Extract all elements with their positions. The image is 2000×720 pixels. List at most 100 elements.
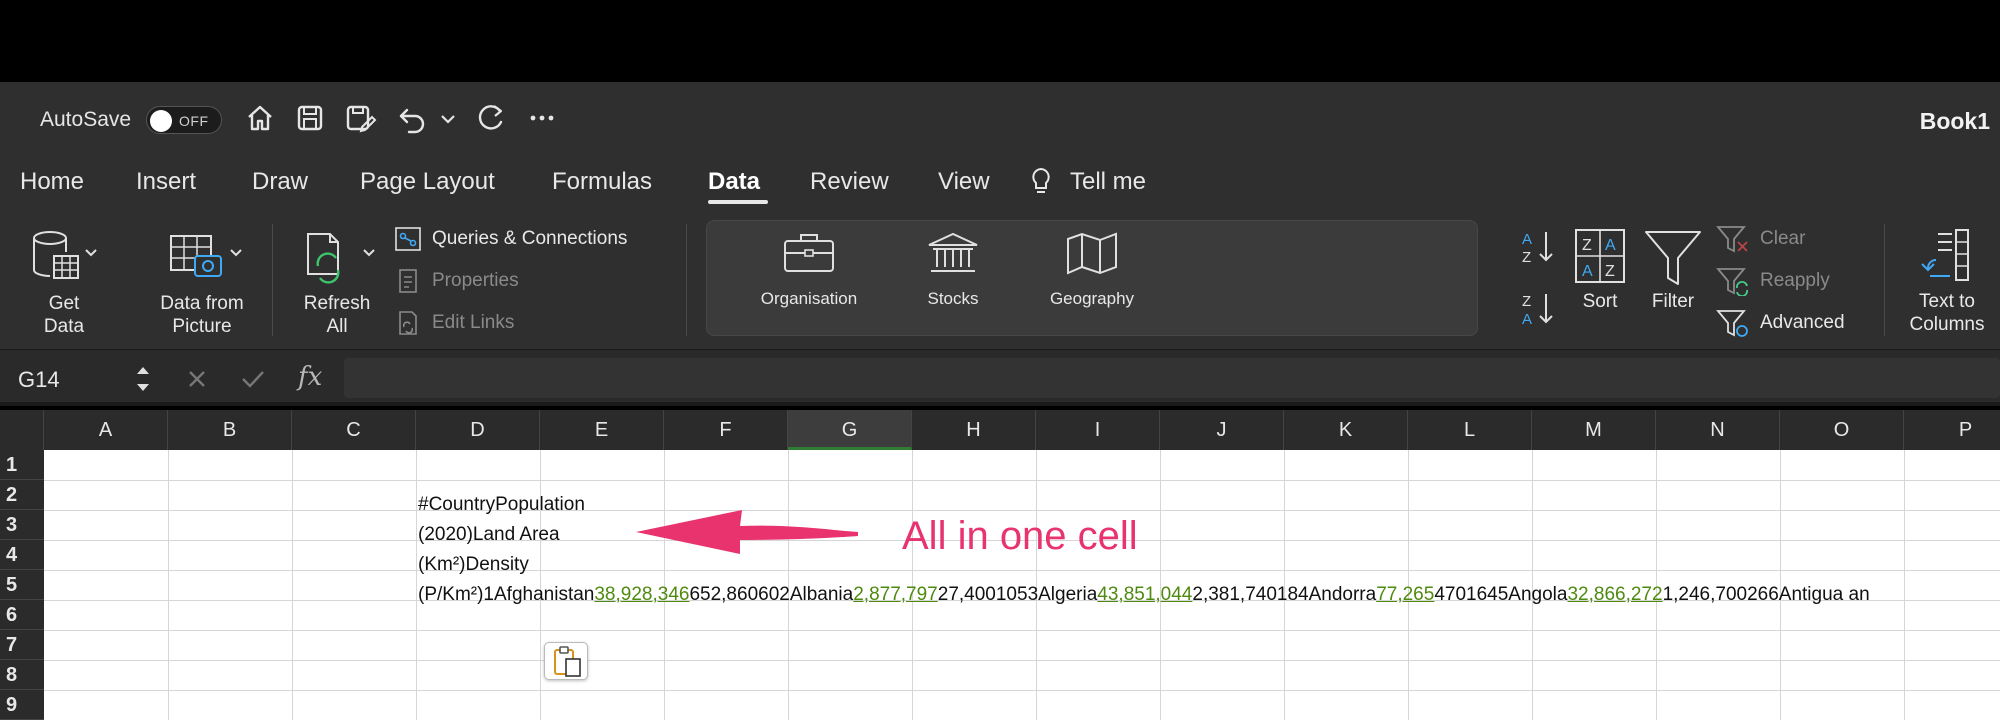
column-header-F[interactable]: F (664, 410, 788, 450)
undo-icon[interactable] (394, 100, 430, 136)
data-from-picture-button[interactable]: Data from Picture (150, 226, 254, 338)
cancel-entry-icon[interactable] (186, 368, 208, 390)
more-options-icon[interactable] (524, 100, 560, 136)
reapply-filter-button[interactable]: Reapply (1716, 266, 1830, 296)
confirm-entry-icon[interactable] (240, 368, 266, 390)
grid-row-line (44, 480, 2000, 481)
table-camera-icon (170, 235, 242, 277)
save-icon[interactable] (292, 100, 328, 136)
paste-options-button[interactable] (544, 642, 588, 680)
properties-button[interactable]: Properties (394, 268, 519, 294)
row-header-3[interactable]: 3 (0, 510, 44, 540)
insert-function-fx-icon[interactable]: fx (298, 362, 322, 392)
column-header-E[interactable]: E (540, 410, 664, 450)
tab-view[interactable]: View (938, 168, 990, 196)
refresh-all-button[interactable]: Refresh All (294, 226, 380, 338)
ribbon-divider (1884, 224, 1885, 336)
column-header-A[interactable]: A (44, 410, 168, 450)
organisation-label: Organisation (760, 289, 858, 308)
column-header-O[interactable]: O (1780, 410, 1904, 450)
clear-filter-icon (1716, 226, 1748, 253)
edit-links-button[interactable]: Edit Links (394, 310, 514, 336)
map-icon (1067, 232, 1117, 275)
undo-dropdown-chevron-down-icon[interactable] (436, 100, 460, 136)
row-header-1[interactable]: 1 (0, 450, 44, 480)
get-data-button[interactable]: Get Data (26, 226, 102, 338)
column-header-H[interactable]: H (912, 410, 1036, 450)
name-box[interactable]: G14 (0, 358, 160, 398)
row-header-2[interactable]: 2 (0, 480, 44, 510)
column-header-P[interactable]: P (1904, 410, 2000, 450)
tab-home[interactable]: Home (20, 168, 84, 196)
sort-button[interactable]: ZAAZ Sort (1572, 226, 1628, 313)
formula-input[interactable] (344, 358, 2000, 398)
row-header-6[interactable]: 6 (0, 600, 44, 630)
tab-review[interactable]: Review (810, 168, 889, 196)
clear-filter-button[interactable]: Clear (1716, 224, 1805, 254)
column-header-N[interactable]: N (1656, 410, 1780, 450)
tab-insert[interactable]: Insert (136, 168, 196, 196)
column-header-K[interactable]: K (1284, 410, 1408, 450)
sort-ascending-button[interactable]: AZ (1518, 226, 1558, 282)
svg-text:A: A (1522, 311, 1532, 328)
refresh-icon (307, 233, 375, 284)
reapply-filter-icon (1716, 268, 1748, 296)
cell-D3[interactable]: #CountryPopulation (418, 494, 585, 516)
save-as-icon[interactable] (342, 100, 378, 136)
cell-D6-text-segment: 1,246,700266Antigua an (1662, 584, 1870, 605)
sort-descending-button[interactable]: ZA (1518, 290, 1558, 334)
column-header-M[interactable]: M (1532, 410, 1656, 450)
queries-connections-button[interactable]: Queries & Connections (394, 226, 627, 252)
name-box-value: G14 (18, 367, 60, 392)
sort-az-icon: AZ (1522, 231, 1553, 266)
select-all-corner[interactable] (0, 410, 44, 450)
column-header-J[interactable]: J (1160, 410, 1284, 450)
tab-tell-me[interactable]: Tell me (1070, 168, 1146, 196)
advanced-filter-icon (1716, 310, 1748, 337)
cell-D6[interactable]: (P/Km²)1Afghanistan38,928,346652,860602A… (418, 584, 1870, 606)
column-header-L[interactable]: L (1408, 410, 1532, 450)
spreadsheet-grid: ABCDEFGHIJKLMNOP 123456789 #CountryPopul… (0, 410, 2000, 720)
text-to-columns-label-1: Text to (1919, 291, 1975, 312)
filter-button[interactable]: Filter (1642, 226, 1704, 313)
cell-D5[interactable]: (Km²)Density (418, 554, 529, 576)
column-header-G[interactable]: G (788, 410, 912, 450)
column-header-I[interactable]: I (1036, 410, 1160, 450)
tab-data[interactable]: Data (708, 168, 760, 196)
data-types-gallery: Organisation Stocks Geography (706, 220, 1478, 336)
row-header-5[interactable]: 5 (0, 570, 44, 600)
text-to-columns-button[interactable]: Text to Columns (1904, 226, 1990, 336)
row-header-7[interactable]: 7 (0, 630, 44, 660)
home-icon[interactable] (242, 100, 278, 136)
organisation-data-type-button[interactable]: Organisation (749, 231, 869, 309)
cell-D6-text-segment: (P/Km²)1Afghanistan (418, 584, 595, 605)
svg-text:Z: Z (1582, 237, 1592, 254)
geography-data-type-button[interactable]: Geography (1037, 231, 1147, 309)
row-header-4[interactable]: 4 (0, 540, 44, 570)
tab-page-layout[interactable]: Page Layout (360, 168, 495, 196)
get-data-label-1: Get (48, 293, 80, 314)
row-header-9[interactable]: 9 (0, 690, 44, 720)
tab-draw[interactable]: Draw (252, 168, 308, 196)
sort-dialog-icon: Z AA Z (1575, 229, 1625, 283)
cell-D4[interactable]: (2020)Land Area (418, 524, 560, 546)
column-header-B[interactable]: B (168, 410, 292, 450)
cell-D6-text-segment: 4701645Angola (1434, 584, 1568, 605)
toggle-knob (150, 110, 172, 132)
data-from-picture-label-1: Data from (160, 293, 244, 314)
stocks-data-type-button[interactable]: Stocks (903, 231, 1003, 309)
autosave-toggle[interactable]: OFF (146, 106, 222, 134)
advanced-filter-button[interactable]: Advanced (1716, 308, 1845, 338)
row-header-8[interactable]: 8 (0, 660, 44, 690)
column-header-D[interactable]: D (416, 410, 540, 450)
column-header-C[interactable]: C (292, 410, 416, 450)
sort-za-icon: ZA (1522, 293, 1553, 328)
edit-links-icon (399, 311, 417, 335)
name-box-stepper-icon[interactable] (134, 362, 152, 396)
text-to-columns-icon (1921, 229, 1969, 281)
bank-icon (928, 232, 978, 272)
redo-icon[interactable] (472, 100, 508, 136)
tab-formulas[interactable]: Formulas (552, 168, 652, 196)
cell-D6-text-segment: 652,860602Albania (689, 584, 854, 605)
cell-D6-text-segment: 2,381,740184Andorra (1192, 584, 1377, 605)
